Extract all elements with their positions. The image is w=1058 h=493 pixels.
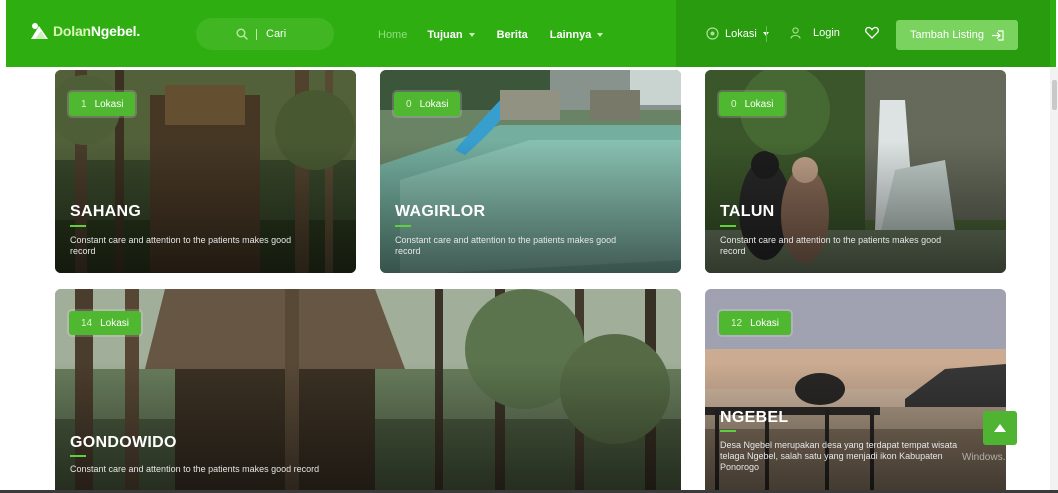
nav-lainnya[interactable]: Lainnya (550, 29, 604, 41)
scrollbar[interactable] (1050, 67, 1058, 493)
nav-home[interactable]: Home (378, 29, 407, 41)
nav-tujuan[interactable]: Tujuan (427, 29, 475, 41)
chevron-down-icon (597, 33, 604, 37)
location-count-badge: 0 Lokasi (719, 92, 786, 116)
location-count-label: Lokasi (94, 98, 124, 110)
heart-icon (865, 26, 879, 39)
location-label: Lokasi (725, 27, 757, 40)
card-description-line: record (395, 246, 421, 256)
login-link[interactable]: Login (790, 27, 840, 39)
location-count-badge: 14 Lokasi (69, 311, 142, 335)
card-description-line: record (70, 246, 96, 256)
add-listing-label: Tambah Listing (910, 29, 984, 41)
search-box[interactable]: Cari (196, 18, 334, 50)
header-divider (766, 26, 767, 42)
brand-name-part1: Dolan (53, 23, 91, 39)
arrow-up-icon (994, 424, 1006, 432)
user-icon (790, 27, 801, 39)
card-description: Desa Ngebel merupakan desa yang terdapat… (720, 440, 957, 473)
search-input[interactable]: Cari (266, 28, 286, 40)
card-description-line: Ponorogo (720, 462, 760, 472)
title-underline (395, 225, 411, 227)
search-divider (256, 28, 257, 40)
location-count-badge: 1 Lokasi (69, 92, 136, 116)
brand-logo[interactable]: DolanNgebel. (30, 22, 140, 40)
card-title[interactable]: TALUN (720, 203, 775, 221)
page: DolanNgebel. Cari Home Tujuan Berita Lai… (0, 0, 1058, 493)
destination-card-talun[interactable]: 0 Lokasi TALUN Constant care and attenti… (705, 70, 1006, 273)
title-underline (70, 455, 86, 457)
card-overlay (55, 289, 681, 493)
destination-card-sahang[interactable]: 1 Lokasi SAHANG Constant care and attent… (55, 70, 356, 273)
card-title[interactable]: GONDOWIDO (70, 434, 177, 452)
title-underline (720, 225, 736, 227)
location-count-badge: 12 Lokasi (719, 311, 792, 335)
location-count: 0 (731, 98, 737, 110)
location-selector[interactable]: Lokasi (706, 27, 769, 40)
card-description: Constant care and attention to the patie… (70, 464, 319, 475)
card-title[interactable]: NGEBEL (720, 409, 788, 427)
wishlist-button[interactable] (865, 26, 879, 39)
card-description-line: Constant care and attention to the patie… (70, 464, 320, 474)
scrollbar-thumb[interactable] (1052, 80, 1057, 110)
location-count-label: Lokasi (750, 317, 780, 329)
logo-icon (31, 23, 48, 39)
card-description-line: Desa Ngebel merupakan desa yang terdapat… (720, 440, 958, 450)
search-icon (236, 28, 248, 40)
card-description: Constant care and attention to the patie… (720, 235, 941, 257)
location-count-badge: 0 Lokasi (394, 92, 461, 116)
nav-berita[interactable]: Berita (497, 29, 528, 41)
location-icon (706, 27, 719, 40)
os-watermark: Windows. (962, 452, 1006, 463)
location-count: 14 (81, 317, 93, 329)
nav-lainnya-label: Lainnya (549, 29, 592, 41)
location-count-label: Lokasi (419, 98, 449, 110)
destination-card-wagirlor[interactable]: 0 Lokasi WAGIRLOR Constant care and atte… (380, 70, 681, 273)
brand-name: DolanNgebel. (53, 23, 140, 39)
destination-card-gondowido[interactable]: 14 Lokasi GONDOWIDO Constant care and at… (55, 289, 681, 493)
card-description-line: Constant care and attention to the patie… (720, 235, 942, 245)
login-label: Login (813, 27, 840, 39)
card-description-line: Constant care and attention to the patie… (395, 235, 617, 245)
card-title[interactable]: SAHANG (70, 203, 141, 221)
card-description: Constant care and attention to the patie… (70, 235, 291, 257)
chevron-down-icon (468, 33, 475, 37)
location-count: 0 (406, 98, 412, 110)
add-listing-button[interactable]: Tambah Listing (896, 20, 1018, 50)
back-to-top-button[interactable] (983, 411, 1017, 445)
card-description-line: telaga Ngebel, salah satu yang menjadi i… (720, 451, 943, 461)
main-nav: Home Tujuan Berita Lainnya (378, 29, 625, 41)
card-description-line: record (720, 246, 746, 256)
brand-name-part2: Ngebel. (90, 23, 141, 39)
login-arrow-icon (992, 29, 1004, 41)
card-description: Constant care and attention to the patie… (395, 235, 616, 257)
location-count-label: Lokasi (744, 98, 774, 110)
title-underline (720, 430, 736, 432)
card-title[interactable]: WAGIRLOR (395, 203, 485, 221)
title-underline (70, 225, 86, 227)
location-count: 12 (731, 317, 743, 329)
nav-tujuan-label: Tujuan (427, 29, 463, 41)
location-count: 1 (81, 98, 87, 110)
destination-card-ngebel[interactable]: 12 Lokasi NGEBEL Desa Ngebel merupakan d… (705, 289, 1006, 493)
location-count-label: Lokasi (100, 317, 130, 329)
card-description-line: Constant care and attention to the patie… (70, 235, 292, 245)
